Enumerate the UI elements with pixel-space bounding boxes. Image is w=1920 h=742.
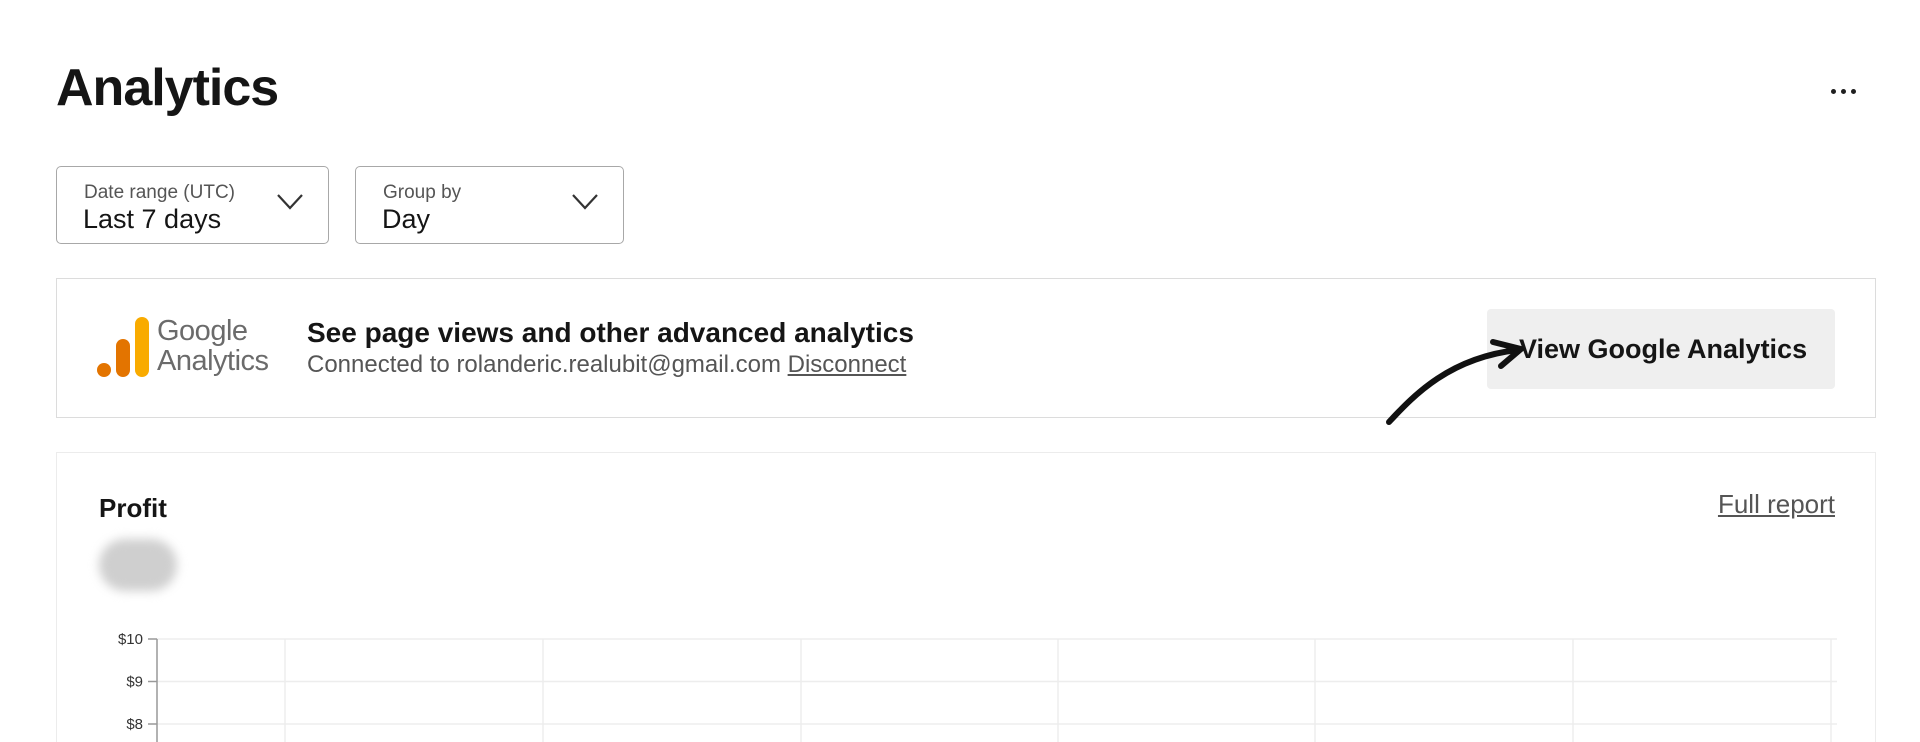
group-by-select[interactable]: Group by Day [355, 166, 624, 244]
connected-account-text: Connected to rolanderic.realubit@gmail.c… [307, 351, 781, 378]
chart-y-tick-label: $9 [126, 674, 143, 691]
date-range-label: Date range (UTC) [84, 182, 235, 203]
more-dot [1840, 88, 1846, 94]
profit-chart: $10 $9 $8 [118, 631, 1837, 742]
chart-y-tick-label: $8 [126, 716, 143, 733]
group-by-label: Group by [383, 182, 462, 203]
google-analytics-wordmark: Google Analytics [157, 316, 269, 376]
google-analytics-logo-icon [97, 317, 149, 377]
google-analytics-banner: Google Analytics See page views and othe… [56, 278, 1876, 418]
disconnect-link[interactable]: Disconnect [788, 351, 907, 378]
more-options-button[interactable] [1818, 76, 1868, 106]
chart-y-tick-label: $10 [118, 631, 143, 648]
ga-heading: See page views and other advanced analyt… [307, 317, 914, 348]
wordmark-line-google: Google [157, 315, 248, 347]
ga-connected-text: Connected to rolanderic.realubit@gmail.c… [307, 351, 906, 379]
chevron-down-icon [572, 194, 598, 210]
chart-grid [157, 638, 1837, 742]
date-range-value: Last 7 days [83, 204, 222, 234]
view-google-analytics-button[interactable]: View Google Analytics [1487, 309, 1835, 389]
analytics-page: Analytics Date range (UTC) Last 7 days G… [0, 0, 1920, 742]
profit-card: Profit Full report $10 $9 $8 [56, 452, 1876, 742]
chevron-down-icon [277, 194, 303, 210]
date-range-select[interactable]: Date range (UTC) Last 7 days [56, 166, 329, 244]
wordmark-line-analytics: Analytics [157, 345, 269, 377]
page-title: Analytics [56, 59, 279, 117]
more-dot [1850, 88, 1856, 94]
group-by-value: Day [382, 204, 431, 234]
more-horizontal-icon [1830, 88, 1836, 94]
chart-axis: $10 $9 $8 [118, 631, 158, 742]
